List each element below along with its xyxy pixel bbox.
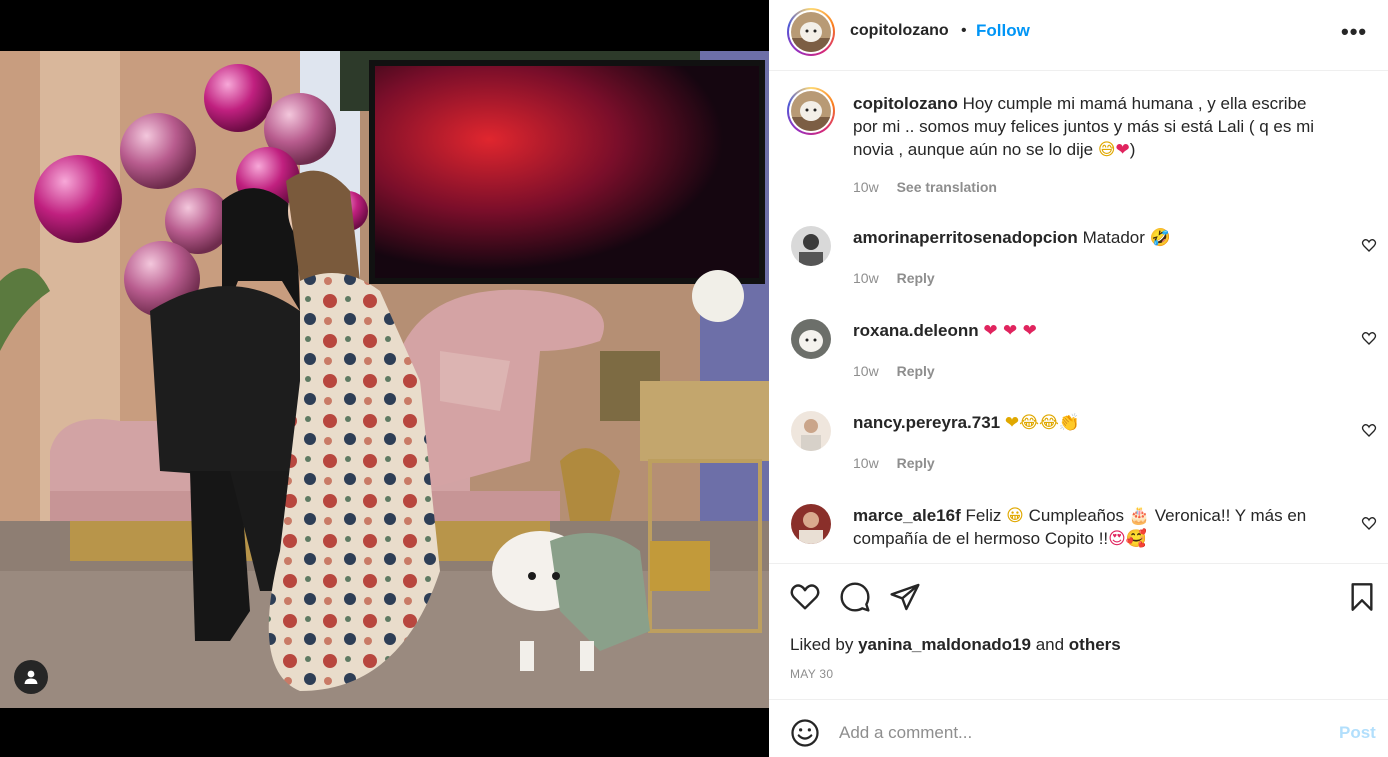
comment-avatar[interactable]	[791, 411, 831, 451]
comment-text: nancy.pereyra.731 ❤😂😂👏	[853, 411, 1333, 434]
comment-emoji: 😍🥰	[1108, 529, 1148, 549]
post-header: copitolozano • Follow •••	[769, 0, 1388, 71]
share-icon[interactable]	[889, 581, 921, 613]
post-comment-button[interactable]: Post	[1339, 723, 1376, 743]
comment-emoji: 🤣	[1149, 228, 1171, 248]
tagged-user-button[interactable]	[14, 660, 48, 694]
follow-button[interactable]: Follow	[976, 21, 1030, 41]
reply-button[interactable]: Reply	[897, 455, 935, 471]
emoji-icon[interactable]	[790, 718, 820, 748]
comment-meta: 10w Reply	[853, 455, 935, 471]
comment-avatar[interactable]	[791, 319, 831, 359]
liked-by-prefix: Liked by	[790, 635, 854, 654]
see-translation-button[interactable]: See translation	[897, 179, 997, 195]
comment-emoji: ❤😂😂👏	[1004, 413, 1080, 433]
comment-time[interactable]: 10w	[853, 270, 879, 286]
add-comment-bar: Post	[769, 699, 1388, 757]
likes-summary: Liked by yanina_maldonado19 and others	[790, 635, 1121, 655]
comment-time[interactable]: 10w	[853, 363, 879, 379]
caption-text: copitolozano Hoy cumple mi mamá humana ,…	[853, 92, 1333, 161]
comment-body: Matador	[1082, 228, 1145, 247]
caption-meta: 10w See translation	[853, 179, 997, 195]
caption-avatar[interactable]	[787, 87, 835, 135]
reply-button[interactable]: Reply	[897, 363, 935, 379]
caption-closing: )	[1129, 140, 1136, 159]
tagged-user-icon	[24, 670, 38, 684]
comment-meta: 10w Reply	[853, 363, 935, 379]
comment-username[interactable]: roxana.deleonn	[853, 321, 979, 340]
post-photo-illustration	[0, 51, 769, 708]
comment-icon[interactable]	[839, 581, 871, 613]
caption-emoji-heart: ❤	[1115, 140, 1130, 160]
caption-avatar-image	[791, 91, 831, 131]
comment-avatar[interactable]	[791, 226, 831, 266]
post-photo[interactable]	[0, 51, 769, 708]
post-side-panel: copitolozano • Follow ••• copitolozano H…	[769, 0, 1388, 757]
comment-text: amorinaperritosenadopcion Matador 🤣	[853, 226, 1333, 249]
comment-text: marce_ale16f Feliz 😀 Cumpleaños 🎂 Veroni…	[853, 504, 1333, 550]
caption-time[interactable]: 10w	[853, 179, 879, 195]
post-date[interactable]: MAY 30	[790, 667, 833, 681]
comment-time[interactable]: 10w	[853, 455, 879, 471]
header-separator: •	[961, 22, 967, 39]
comment-emoji: ❤ ❤ ❤	[983, 321, 1037, 341]
comment-avatar-image	[791, 411, 831, 451]
liked-by-user[interactable]: yanina_maldonado19	[858, 635, 1031, 654]
comment-emoji: 🎂	[1128, 506, 1150, 526]
comment-avatar-image	[791, 504, 831, 544]
comment-text: roxana.deleonn ❤ ❤ ❤	[853, 319, 1333, 342]
author-avatar[interactable]	[787, 8, 835, 56]
post-media-panel	[0, 0, 769, 757]
comments-list[interactable]: copitolozano Hoy cumple mi mamá humana ,…	[769, 71, 1388, 563]
comment-username[interactable]: nancy.pereyra.731	[853, 413, 1000, 432]
heart-icon[interactable]	[789, 581, 821, 613]
comment-username[interactable]: marce_ale16f	[853, 506, 961, 525]
comment-body-part: Cumpleaños	[1028, 506, 1125, 525]
liked-by-others[interactable]: others	[1069, 635, 1121, 654]
caption-emoji-sweat-smile: 😅	[1097, 140, 1116, 160]
comment-body-part: Feliz	[965, 506, 1002, 525]
comment-meta: 10w Reply	[853, 270, 935, 286]
comment-like-heart-icon[interactable]	[1361, 515, 1377, 531]
comment-emoji: 😀	[1006, 506, 1024, 526]
comment-avatar[interactable]	[791, 504, 831, 544]
comment-input[interactable]	[839, 718, 1309, 748]
comment-like-heart-icon[interactable]	[1361, 237, 1377, 253]
comment-username[interactable]: amorinaperritosenadopcion	[853, 228, 1078, 247]
more-options-icon[interactable]: •••	[1341, 21, 1367, 43]
post-actions: Liked by yanina_maldonado19 and others M…	[769, 563, 1388, 699]
comment-avatar-image	[791, 226, 831, 266]
liked-by-and: and	[1035, 635, 1065, 654]
comment-like-heart-icon[interactable]	[1361, 422, 1377, 438]
reply-button[interactable]: Reply	[897, 270, 935, 286]
comment-avatar-image	[791, 319, 831, 359]
author-avatar-image	[791, 12, 831, 52]
caption-username[interactable]: copitolozano	[853, 94, 958, 113]
author-username[interactable]: copitolozano	[850, 22, 949, 40]
comment-like-heart-icon[interactable]	[1361, 330, 1377, 346]
bookmark-icon[interactable]	[1346, 581, 1378, 613]
